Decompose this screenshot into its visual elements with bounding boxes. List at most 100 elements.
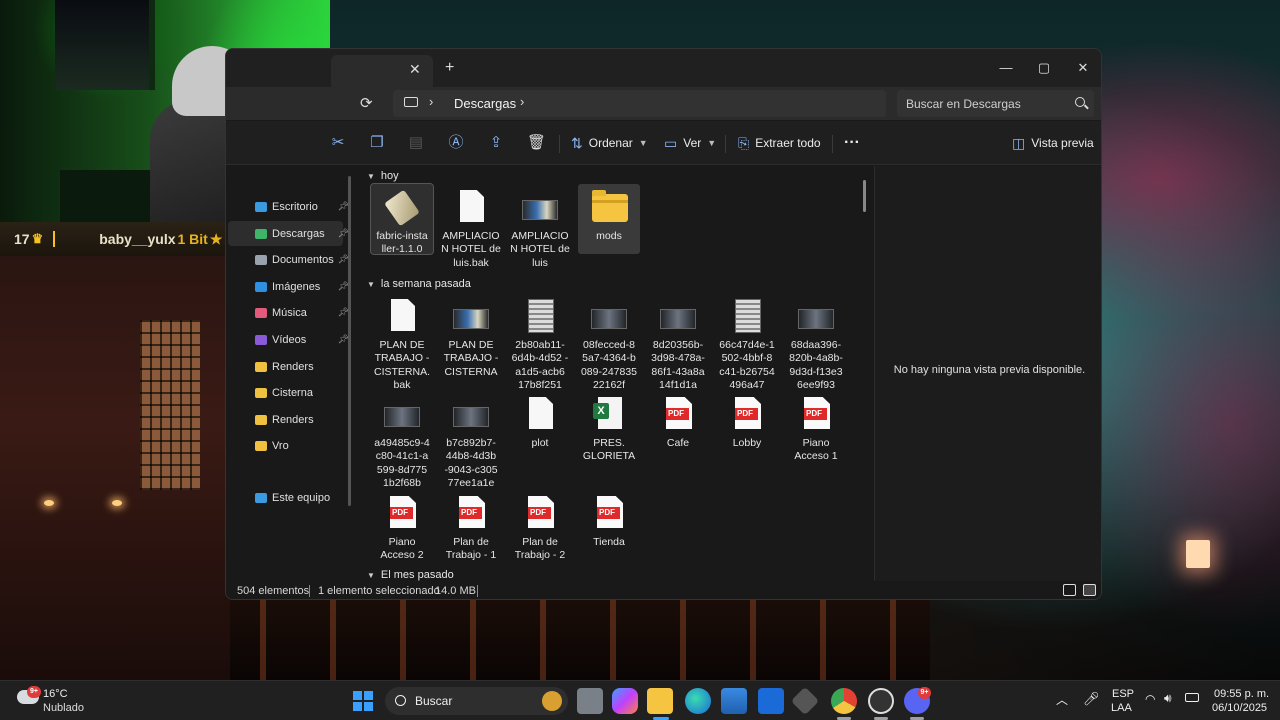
large-icons-view-icon[interactable] <box>1083 584 1096 596</box>
file-item[interactable]: PDF Plan de Trabajo - 1 <box>440 490 502 563</box>
new-tab-button[interactable]: + <box>445 59 454 77</box>
sort-button[interactable]: ⇅ Ordenar ▼ <box>571 133 648 153</box>
file-list-scrollbar[interactable] <box>863 180 866 212</box>
search-icon <box>395 695 406 706</box>
sidebar-item[interactable]: Renders <box>228 407 343 432</box>
close-window-button[interactable]: ✕ <box>1063 55 1101 81</box>
sidebar-item[interactable]: Cisterna <box>228 380 343 405</box>
search-input[interactable] <box>906 94 1066 113</box>
rename-icon[interactable]: Ⓐ <box>447 134 465 152</box>
taskbar-search[interactable]: Buscar <box>385 687 568 715</box>
sidebar-item-label: Cisterna <box>272 386 313 399</box>
sidebar-item[interactable]: Escritorio 📌︎ <box>228 194 349 219</box>
preview-message: No hay ninguna vista previa disponible. <box>893 364 1086 376</box>
search-icon[interactable] <box>1075 97 1085 107</box>
file-item[interactable]: mods <box>578 184 640 254</box>
maximize-button[interactable]: ▢ <box>1024 55 1064 81</box>
sidebar-item[interactable]: Renders <box>228 354 343 379</box>
group-header[interactable]: ▼ la semana pasada <box>367 278 471 290</box>
file-item[interactable]: 2b80ab11- 6d4b-4d52 -a1d5-acb6 17b8f251 <box>509 293 571 393</box>
store-icon[interactable] <box>721 688 747 714</box>
file-item[interactable]: 66c47d4e-1 502-4bbf-8 c41-b26754 496a47 <box>716 293 778 393</box>
nav-scrollbar[interactable] <box>348 176 351 506</box>
file-name: mods <box>596 230 622 242</box>
group-header[interactable]: ▼ El mes pasado <box>367 569 454 581</box>
folder-icon <box>255 361 267 372</box>
extract-all-button[interactable]: ⎘ Extraer todo <box>738 133 821 153</box>
file-item[interactable]: PLAN DE TRABAJO - CISTERNA <box>440 293 502 379</box>
file-item[interactable]: 68daa396- 820b-4a8b- 9d3d-f13e3 6ee9f93 <box>785 293 847 393</box>
chevron-right-icon[interactable]: › <box>429 94 433 109</box>
file-explorer-taskbar-icon[interactable] <box>647 688 673 714</box>
discord-badge: 9+ <box>918 687 931 699</box>
volume-icon[interactable]: 🔊︎ <box>1164 691 1172 706</box>
sidebar-item[interactable]: Vro <box>228 433 343 458</box>
sidebar-item[interactable]: Este equipo <box>228 485 343 510</box>
keyboard-layout[interactable]: LAA <box>1111 702 1132 714</box>
file-item[interactable]: plot <box>509 391 571 450</box>
battery-icon[interactable] <box>1185 693 1199 702</box>
file-item[interactable]: PDF Piano Acceso 1 <box>785 391 847 464</box>
minimize-button[interactable]: — <box>986 55 1026 81</box>
copy-icon[interactable]: ❐ <box>368 134 386 152</box>
chevron-right-icon[interactable]: › <box>520 94 524 109</box>
more-options-button[interactable]: ··· <box>844 133 860 153</box>
unity-icon[interactable] <box>790 686 820 716</box>
details-view-icon[interactable] <box>1063 584 1076 596</box>
close-tab-icon[interactable]: ✕ <box>409 61 421 78</box>
search-box[interactable] <box>897 90 1094 117</box>
microphone-icon[interactable]: 🎤︎ <box>1083 691 1100 707</box>
file-item[interactable]: 08fecced-8 5a7-4364-b 089-247835 22162f <box>578 293 640 393</box>
clock-time[interactable]: 09:55 p. m. <box>1214 688 1269 700</box>
file-item[interactable]: PDF Lobby <box>716 391 778 450</box>
document-thumbnail-icon <box>522 299 558 335</box>
file-item[interactable]: AMPLIACIO N HOTEL de luis.bak <box>440 184 502 270</box>
excel-icon: X <box>591 397 627 433</box>
sidebar-item[interactable]: Música 📌︎ <box>228 300 349 325</box>
file-item[interactable]: X PRES. GLORIETA <box>578 391 640 464</box>
wifi-icon[interactable]: ◠ <box>1145 692 1155 706</box>
search-highlight-icon <box>542 691 562 711</box>
view-button[interactable]: ▭ Ver ▼ <box>664 133 716 153</box>
app-icon[interactable] <box>868 688 894 714</box>
file-name: 68daa396- 820b-4a8b- 9d3d-f13e3 6ee9f93 <box>789 339 843 392</box>
preview-pane-button[interactable]: ◫ Vista previa <box>1012 133 1094 153</box>
sidebar-item[interactable]: Vídeos 📌︎ <box>228 327 349 352</box>
autocad-icon[interactable] <box>758 688 784 714</box>
stream-username: baby__yulx <box>99 231 176 247</box>
show-hidden-icons[interactable]: ︿ <box>1056 691 1068 708</box>
sidebar-item[interactable]: Documentos 📌︎ <box>228 247 349 272</box>
breadcrumb-location[interactable]: Descargas <box>454 96 516 111</box>
task-view-icon[interactable] <box>577 688 603 714</box>
document-icon <box>522 397 558 433</box>
file-item[interactable]: PDF Cafe <box>647 391 709 450</box>
file-item[interactable]: fabric-insta ller-1.1.0 <box>370 183 434 255</box>
sidebar-item[interactable]: Imágenes 📌︎ <box>228 274 349 299</box>
file-item[interactable]: a49485c9-4 c80-41c1-a 599-8d775 1b2f68b <box>371 391 433 491</box>
breadcrumb[interactable]: › Descargas › <box>393 90 886 117</box>
file-item[interactable]: 8d20356b- 3d98-478a- 86f1-43a8a 14f1d1a <box>647 293 709 393</box>
file-item[interactable]: PDF Plan de Trabajo - 2 <box>509 490 571 563</box>
weather-badge: 9+ <box>27 686 41 698</box>
chrome-icon[interactable] <box>831 688 857 714</box>
sidebar-item[interactable]: Descargas 📌︎ <box>228 221 349 246</box>
copilot-icon[interactable] <box>612 688 638 714</box>
paste-icon[interactable]: ▤ <box>407 134 425 152</box>
wallpaper-lamp <box>112 500 122 506</box>
start-button[interactable] <box>353 691 373 711</box>
file-item[interactable]: PDF Piano Acceso 2 <box>371 490 433 563</box>
delete-icon[interactable]: 🗑 <box>527 134 546 152</box>
share-icon[interactable]: ⇪ <box>487 134 505 152</box>
file-item[interactable]: b7c892b7- 44b8-4d3b -9043-c305 77ee1a1e <box>440 391 502 491</box>
cut-icon[interactable]: ✂ <box>329 134 347 152</box>
clock-date[interactable]: 06/10/2025 <box>1212 702 1267 714</box>
file-item[interactable]: PDF Tienda <box>578 490 640 549</box>
language-code[interactable]: ESP <box>1112 688 1134 700</box>
status-size: 14.0 MB <box>435 585 476 597</box>
refresh-icon[interactable]: ⟳ <box>360 94 373 112</box>
file-item[interactable]: AMPLIACIO N HOTEL de luis <box>509 184 571 270</box>
folder-icon <box>591 190 628 226</box>
file-item[interactable]: PLAN DE TRABAJO - CISTERNA. bak <box>371 293 433 393</box>
edge-icon[interactable] <box>685 688 711 714</box>
group-header[interactable]: ▼ hoy <box>367 170 399 182</box>
